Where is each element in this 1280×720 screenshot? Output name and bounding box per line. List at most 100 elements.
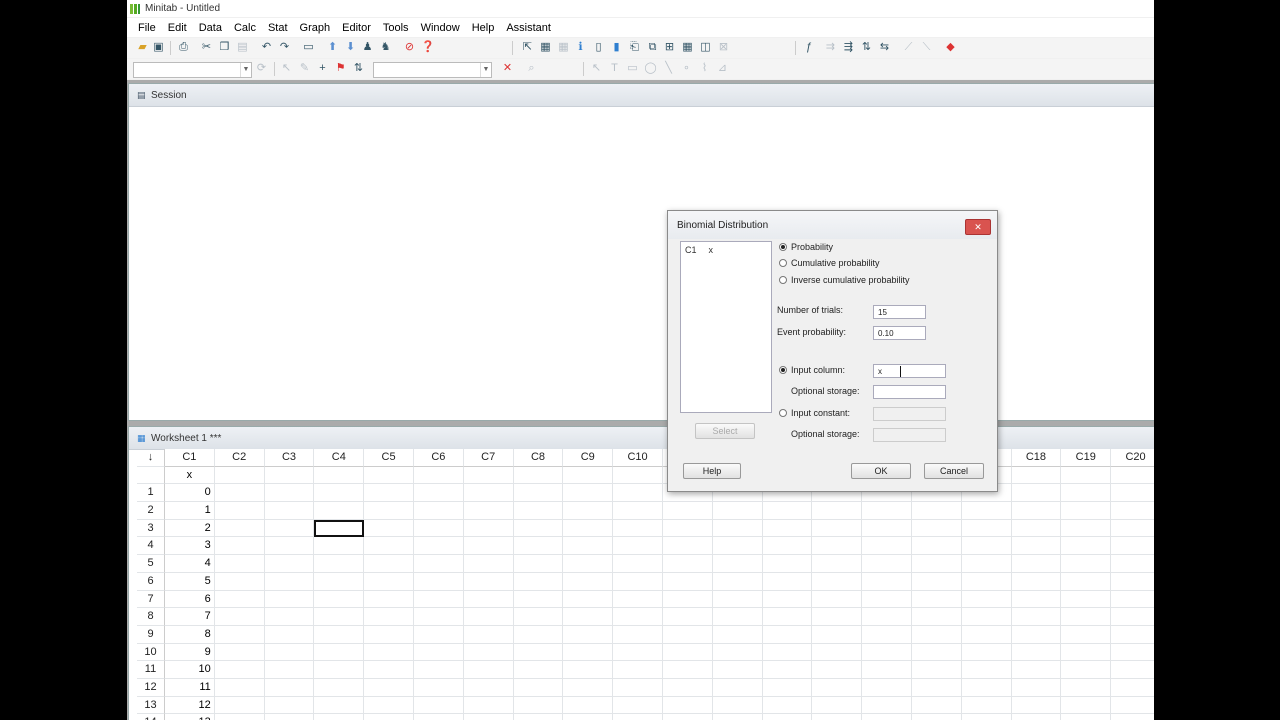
data-cell[interactable] xyxy=(1061,696,1112,715)
data-cell[interactable] xyxy=(364,714,414,720)
data-cell[interactable] xyxy=(1061,678,1112,697)
data-cell[interactable] xyxy=(613,502,663,520)
data-cell[interactable] xyxy=(264,484,315,503)
open-folder-icon[interactable]: ▰ xyxy=(136,41,149,54)
column-header-c6[interactable]: C6 xyxy=(413,449,464,467)
data-cell[interactable] xyxy=(1111,626,1154,644)
data-cell[interactable] xyxy=(1111,661,1154,679)
data-cell[interactable] xyxy=(513,519,564,538)
column-header-c5[interactable]: C5 xyxy=(364,449,414,467)
data-cell[interactable] xyxy=(613,484,663,503)
data-cell[interactable] xyxy=(862,678,912,697)
data-cell[interactable] xyxy=(314,572,365,591)
data-cell[interactable] xyxy=(911,678,962,697)
data-cell[interactable] xyxy=(613,555,663,573)
corner-down-arrow-icon[interactable]: ↓ xyxy=(137,449,165,467)
data-cell[interactable] xyxy=(1061,625,1112,644)
data-cell[interactable] xyxy=(613,696,663,715)
data-cell[interactable] xyxy=(911,572,962,591)
annotation-icon[interactable]: ⟳ xyxy=(255,62,268,75)
ok-button[interactable]: OK xyxy=(851,463,911,479)
data-cell[interactable] xyxy=(712,643,763,662)
data-cell[interactable] xyxy=(463,608,514,626)
data-cell[interactable] xyxy=(961,696,1012,715)
data-cell[interactable] xyxy=(414,714,464,720)
save-icon[interactable]: ▣ xyxy=(152,41,165,54)
line-tool-icon[interactable]: ╲ xyxy=(662,62,675,75)
data-cell[interactable] xyxy=(613,625,663,644)
paste-icon[interactable]: ▤ xyxy=(236,41,249,54)
variable-list[interactable]: C1 x xyxy=(680,241,772,413)
data-cell[interactable] xyxy=(563,555,614,573)
input-column-radio[interactable] xyxy=(779,366,787,374)
data-cell[interactable] xyxy=(563,696,614,715)
probability-radio[interactable] xyxy=(779,243,787,251)
data-cell[interactable] xyxy=(1111,520,1154,538)
data-cell[interactable] xyxy=(712,625,763,644)
data-cell[interactable] xyxy=(463,590,514,609)
data-cell[interactable] xyxy=(911,661,962,679)
data-cell[interactable] xyxy=(413,678,464,697)
data-cell[interactable] xyxy=(1111,502,1154,520)
data-cell[interactable] xyxy=(713,714,763,720)
data-cell[interactable] xyxy=(613,572,663,591)
data-cell[interactable] xyxy=(563,643,614,662)
data-cell[interactable] xyxy=(762,502,813,520)
data-cell[interactable] xyxy=(613,661,663,679)
row-header[interactable]: 9 xyxy=(137,625,165,644)
data-cell[interactable] xyxy=(613,714,663,720)
data-cell[interactable] xyxy=(862,714,912,720)
data-cell[interactable] xyxy=(513,484,564,503)
menu-stat[interactable]: Stat xyxy=(262,22,294,34)
brush-icon[interactable]: ⟋ xyxy=(902,41,915,54)
data-cell[interactable] xyxy=(264,537,315,556)
data-cell[interactable] xyxy=(1111,697,1154,715)
data-cell[interactable] xyxy=(712,696,763,715)
data-cell[interactable] xyxy=(662,696,713,715)
data-cell[interactable] xyxy=(364,625,414,644)
data-cell[interactable] xyxy=(1111,644,1154,662)
data-cell[interactable] xyxy=(712,590,763,609)
column-header-c18[interactable]: C18 xyxy=(1011,449,1062,467)
data-cell[interactable] xyxy=(413,537,464,556)
data-cell[interactable] xyxy=(1111,555,1154,573)
data-cell[interactable] xyxy=(563,572,614,591)
data-cell[interactable] xyxy=(961,572,1012,591)
data-cell[interactable]: 13 xyxy=(165,714,215,720)
data-cell[interactable] xyxy=(463,519,514,538)
data-cell[interactable] xyxy=(463,696,514,715)
data-cell[interactable]: 0 xyxy=(165,484,215,503)
data-cell[interactable] xyxy=(663,714,713,720)
menu-tools[interactable]: Tools xyxy=(377,22,415,34)
data-cell[interactable] xyxy=(463,643,514,662)
report-pad-icon[interactable]: ⎗ xyxy=(628,41,641,54)
data-cell[interactable] xyxy=(214,608,265,626)
column-name-cell[interactable] xyxy=(1011,466,1062,485)
data-cell[interactable] xyxy=(364,484,414,503)
data-cell[interactable] xyxy=(463,678,514,697)
data-cell[interactable] xyxy=(314,590,365,609)
info-icon[interactable]: ℹ xyxy=(574,41,587,54)
data-cell[interactable] xyxy=(563,608,614,626)
data-cell[interactable] xyxy=(563,625,614,644)
data-cell[interactable] xyxy=(862,502,912,520)
data-cell[interactable]: 12 xyxy=(165,696,215,715)
data-cell[interactable] xyxy=(364,572,414,591)
number-of-trials-field[interactable]: 15 xyxy=(873,305,926,319)
data-cell[interactable] xyxy=(364,519,414,538)
data-cell[interactable] xyxy=(214,696,265,715)
data-cell[interactable] xyxy=(613,519,663,538)
optional-storage-field[interactable] xyxy=(873,385,946,399)
data-cell[interactable] xyxy=(1111,608,1154,626)
data-cell[interactable] xyxy=(911,696,962,715)
data-grid[interactable]: ↓C1C2C3C4C5C6C7C8C9C10C11C12C13C14C15C16… xyxy=(137,449,1154,720)
data-cell[interactable] xyxy=(1061,484,1112,503)
data-cell[interactable] xyxy=(762,625,813,644)
row-header[interactable]: 11 xyxy=(137,661,165,679)
data-cell[interactable] xyxy=(413,696,464,715)
data-cell[interactable] xyxy=(862,661,912,679)
data-cell[interactable] xyxy=(712,537,763,556)
delete-icon[interactable]: ✕ xyxy=(501,62,514,75)
input-constant-field[interactable] xyxy=(873,407,946,421)
row-header[interactable]: 4 xyxy=(137,537,165,556)
